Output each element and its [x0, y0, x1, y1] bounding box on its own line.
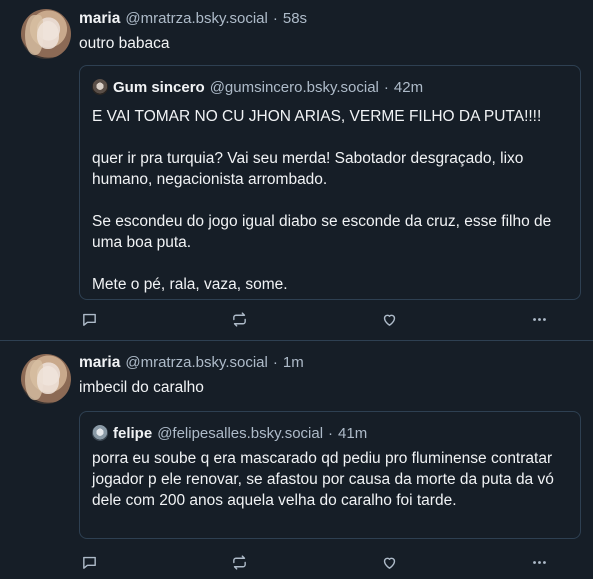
author-handle[interactable]: @mratrza.bsky.social: [125, 10, 267, 27]
feed: maria @mratrza.bsky.social · 58s outro b…: [0, 0, 593, 579]
quote-avatar: [92, 79, 108, 95]
post-actions: [79, 553, 549, 571]
like-button[interactable]: [379, 553, 399, 571]
quote-avatar: [92, 425, 108, 441]
quote-author-name[interactable]: felipe: [113, 425, 152, 442]
avatar-face: [37, 21, 59, 49]
post[interactable]: maria @mratrza.bsky.social · 58s outro b…: [0, 0, 593, 341]
repost-icon: [232, 311, 246, 327]
like-icon: [383, 314, 395, 326]
quote-text: porra eu soube q era mascarado qd pediu …: [92, 450, 554, 509]
separator-dot: ·: [383, 78, 389, 96]
quote-time[interactable]: 42m: [394, 79, 423, 96]
author-handle[interactable]: @mratrza.bsky.social: [125, 354, 267, 371]
author-name[interactable]: maria: [79, 354, 120, 372]
post-actions: [79, 310, 549, 328]
post[interactable]: maria @mratrza.bsky.social · 1m imbecil …: [0, 341, 593, 579]
post-text: imbecil do caralho: [79, 379, 204, 396]
more-button[interactable]: [529, 553, 549, 571]
repost-button[interactable]: [229, 553, 249, 571]
reply-button[interactable]: [79, 310, 99, 328]
more-icon: [532, 317, 546, 321]
more-button[interactable]: [529, 310, 549, 328]
author-name[interactable]: maria: [79, 10, 120, 28]
quote-text: E VAI TOMAR NO CU JHON ARIAS, VERME FILH…: [92, 108, 552, 293]
repost-icon: [232, 554, 246, 570]
quote-author-handle[interactable]: @gumsincero.bsky.social: [210, 79, 379, 96]
post-header: maria @mratrza.bsky.social · 1m: [79, 349, 584, 376]
quote-time[interactable]: 41m: [338, 425, 367, 442]
quote-author-handle[interactable]: @felipesalles.bsky.social: [157, 425, 323, 442]
quote-header: Gum sincero @gumsincero.bsky.social · 42…: [92, 76, 568, 98]
post-time[interactable]: 58s: [283, 10, 307, 27]
more-icon: [532, 560, 546, 564]
repost-button[interactable]: [229, 310, 249, 328]
avatar-face: [37, 366, 59, 394]
quoted-post[interactable]: Gum sincero @gumsincero.bsky.social · 42…: [79, 65, 581, 300]
avatar[interactable]: [21, 354, 71, 404]
reply-button[interactable]: [79, 553, 99, 571]
post-text: outro babaca: [79, 35, 170, 52]
quoted-post[interactable]: felipe @felipesalles.bsky.social · 41m p…: [79, 411, 581, 539]
avatar[interactable]: [21, 9, 71, 59]
like-icon: [383, 557, 395, 569]
post-time[interactable]: 1m: [283, 354, 304, 371]
reply-icon: [82, 313, 96, 326]
post-header: maria @mratrza.bsky.social · 58s: [79, 8, 584, 32]
separator-dot: ·: [272, 354, 278, 371]
quote-header: felipe @felipesalles.bsky.social · 41m: [92, 422, 568, 444]
separator-dot: ·: [328, 424, 334, 442]
like-button[interactable]: [379, 310, 399, 328]
separator-dot: ·: [272, 10, 278, 27]
reply-icon: [82, 556, 96, 569]
quote-author-name[interactable]: Gum sincero: [113, 79, 205, 96]
